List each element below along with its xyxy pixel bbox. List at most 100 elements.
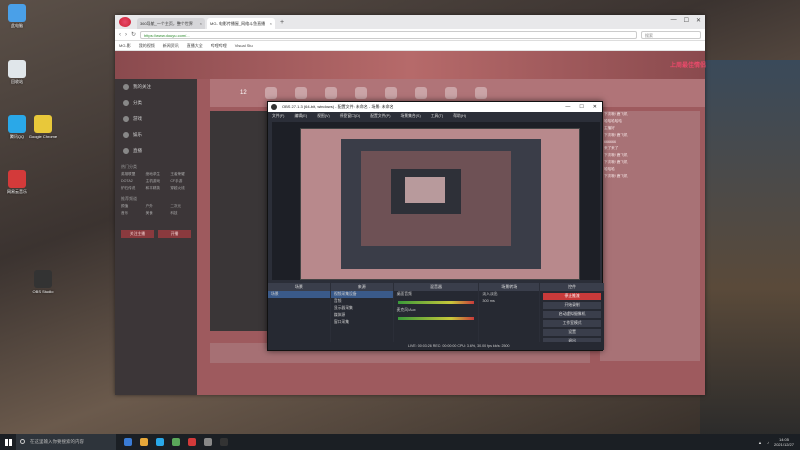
- desktop-icon[interactable]: 回收站: [2, 60, 32, 94]
- close-icon[interactable]: ✕: [593, 104, 597, 110]
- tab-home[interactable]: 360导航_一个主页，整个世界 ×: [137, 18, 205, 29]
- sidebar-item[interactable]: 我的关注: [115, 79, 197, 95]
- preview-capture-nested: [361, 151, 511, 246]
- source-item[interactable]: 音频: [331, 298, 393, 305]
- nav-icon[interactable]: [294, 87, 307, 99]
- obs-menu-item[interactable]: 工具(T): [431, 114, 443, 119]
- category-link[interactable]: 主机游戏: [146, 179, 167, 184]
- channel-link[interactable]: 颜值: [121, 204, 142, 209]
- clock[interactable]: 14:05 2021/12/27: [774, 437, 794, 447]
- source-item[interactable]: 显示器采集: [331, 305, 393, 312]
- taskbar-app-icon[interactable]: [156, 438, 164, 446]
- taskbar-app-icon[interactable]: [188, 438, 196, 446]
- taskbar-app-icon[interactable]: [172, 438, 180, 446]
- sidebar-item-label: 我的关注: [133, 84, 151, 89]
- control-button[interactable]: 设置: [543, 329, 601, 336]
- maximize-icon[interactable]: ☐: [684, 17, 689, 24]
- follow-button[interactable]: 关注主播: [121, 230, 154, 238]
- nav-icon[interactable]: [324, 87, 337, 99]
- bookmark-link[interactable]: 哔哩哔哩: [211, 43, 227, 49]
- sidebar-item[interactable]: 直播: [115, 143, 197, 159]
- source-item[interactable]: 媒体源: [331, 312, 393, 319]
- taskbar-app-icon[interactable]: [220, 438, 228, 446]
- category-link[interactable]: DOTA2: [121, 179, 142, 184]
- desktop-icon[interactable]: 此电脑: [2, 4, 32, 38]
- go-live-button[interactable]: 开播: [158, 230, 191, 238]
- mixer-panel: 混音器 桌面音频 麦克风/Aux: [393, 283, 479, 343]
- close-icon[interactable]: ✕: [696, 17, 701, 24]
- url-input[interactable]: https://www.douyu.com/...: [140, 30, 637, 39]
- new-tab-button[interactable]: +: [277, 18, 287, 29]
- sidebar-item[interactable]: 分类: [115, 95, 197, 111]
- bookmark-link[interactable]: Visual Stu: [235, 43, 253, 48]
- desktop-icon[interactable]: Google Chrome: [28, 115, 58, 149]
- network-icon[interactable]: ▲: [758, 440, 762, 445]
- category-link[interactable]: 英雄联盟: [121, 172, 142, 177]
- obs-menu-item[interactable]: 视图(V): [317, 114, 330, 119]
- category-link[interactable]: CF手游: [170, 179, 191, 184]
- control-button[interactable]: 启动虚拟摄像机: [543, 311, 601, 318]
- obs-menu-item[interactable]: 文件(F): [272, 114, 284, 119]
- taskbar-app-icon[interactable]: [124, 438, 132, 446]
- minimize-icon[interactable]: —: [565, 104, 570, 110]
- scene-item[interactable]: 场景: [268, 291, 330, 298]
- bookmark-link[interactable]: 新闻资讯: [163, 43, 179, 49]
- bookmark-link[interactable]: MG-影: [119, 43, 131, 49]
- category-link[interactable]: 绝地求生: [146, 172, 167, 177]
- nav-icon[interactable]: [474, 87, 487, 99]
- tab-douyu[interactable]: MG- 电影传播屋_网络斗鱼直播 ×: [207, 18, 275, 29]
- sidebar-item[interactable]: 游戏: [115, 111, 197, 127]
- desktop-icon[interactable]: OBS Studio: [28, 270, 58, 304]
- nav-icon[interactable]: [354, 87, 367, 99]
- category-link[interactable]: 和平精英: [146, 186, 167, 191]
- sidebar-item[interactable]: 娱乐: [115, 127, 197, 143]
- maximize-icon[interactable]: ☐: [579, 104, 583, 110]
- source-item[interactable]: 窗口采集: [331, 319, 393, 326]
- taskbar-app-icon[interactable]: [204, 438, 212, 446]
- close-tab-icon[interactable]: ×: [200, 21, 202, 26]
- taskbar-app-icon[interactable]: [140, 438, 148, 446]
- channel-link[interactable]: 美食: [146, 211, 167, 216]
- nav-icon[interactable]: [264, 87, 277, 99]
- refresh-icon[interactable]: ↻: [131, 31, 136, 38]
- clock-date: 2021/12/27: [773, 442, 794, 447]
- desktop-icon[interactable]: 网易云音乐: [2, 170, 32, 204]
- obs-menu-item[interactable]: 帮助(H): [453, 114, 466, 119]
- volume-icon[interactable]: ♪: [767, 440, 769, 445]
- back-icon[interactable]: ‹: [119, 32, 121, 38]
- bookmark-link[interactable]: 直播大全: [187, 43, 203, 49]
- browser-logo-icon[interactable]: [119, 17, 131, 27]
- transition-select[interactable]: 淡入淡出: [479, 291, 539, 298]
- nav-icon[interactable]: [384, 87, 397, 99]
- search-input[interactable]: 搜索: [641, 30, 701, 39]
- control-button[interactable]: 开始录制: [543, 302, 601, 309]
- volume-meter[interactable]: [397, 317, 475, 320]
- channel-link[interactable]: 音乐: [121, 211, 142, 216]
- chat-message: 哈哈哈: [604, 167, 615, 171]
- transition-duration[interactable]: 300 ms: [479, 298, 539, 305]
- nav-icon[interactable]: [444, 87, 457, 99]
- close-tab-icon[interactable]: ×: [270, 21, 272, 26]
- control-button[interactable]: 停止推流: [543, 293, 601, 300]
- chat-message: 主播好: [604, 126, 615, 130]
- category-link[interactable]: 炉石传说: [121, 186, 142, 191]
- category-link[interactable]: 王者荣耀: [170, 172, 191, 177]
- channel-link[interactable]: 户外: [146, 204, 167, 209]
- control-button[interactable]: 工作室模式: [543, 320, 601, 327]
- obs-menu-item[interactable]: 配置文件(P): [370, 114, 390, 119]
- minimize-icon[interactable]: —: [671, 17, 677, 24]
- obs-menu-item[interactable]: 编辑(E): [294, 114, 307, 119]
- volume-meter[interactable]: [397, 301, 475, 304]
- obs-preview[interactable]: [272, 122, 600, 280]
- channel-link[interactable]: 二次元: [170, 204, 191, 209]
- forward-icon[interactable]: ›: [125, 32, 127, 38]
- source-item[interactable]: 视频采集设备: [330, 291, 393, 298]
- start-button[interactable]: [0, 434, 16, 450]
- channel-link[interactable]: 科技: [170, 211, 191, 216]
- obs-menu-item[interactable]: 场景集合(S): [400, 114, 420, 119]
- category-link[interactable]: 穿越火线: [170, 186, 191, 191]
- taskbar-search[interactable]: 在这里输入你要搜索的内容: [16, 434, 116, 450]
- obs-menu-item[interactable]: 停靠窗口(D): [340, 114, 360, 119]
- nav-icon[interactable]: [414, 87, 427, 99]
- bookmark-link[interactable]: 我的视频: [139, 43, 155, 49]
